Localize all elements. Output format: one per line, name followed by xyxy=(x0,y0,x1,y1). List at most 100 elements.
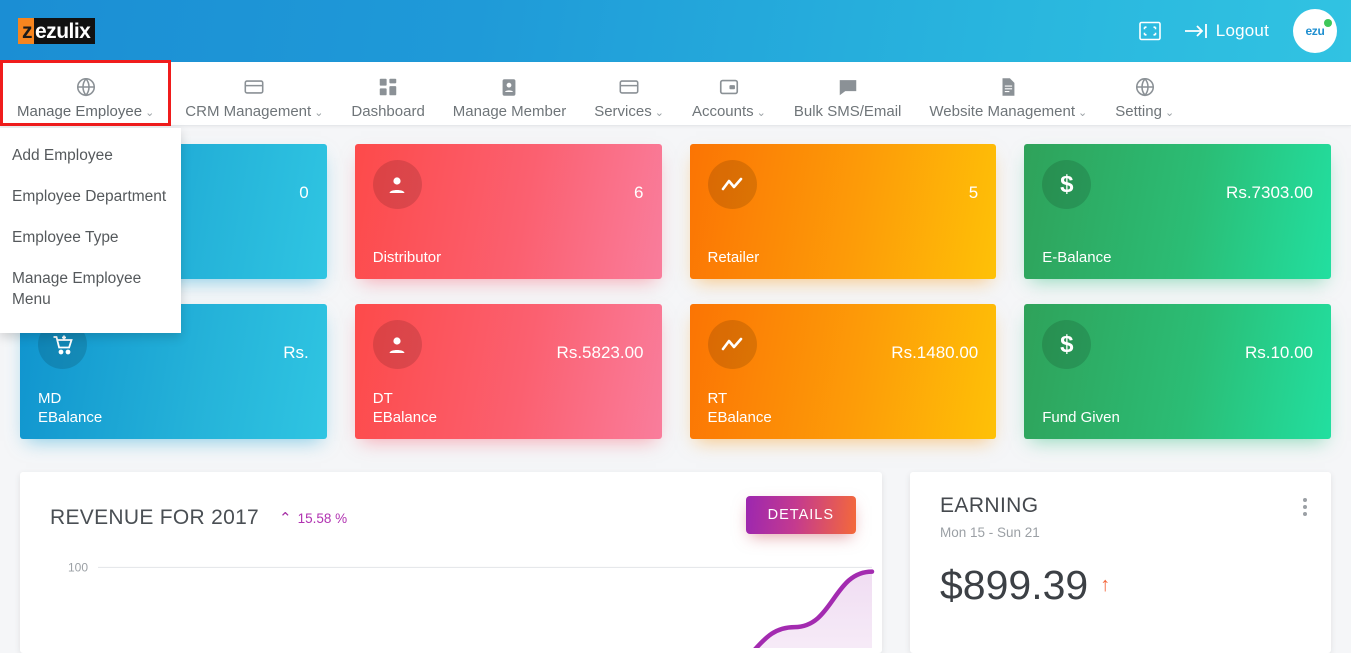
nav-item-label: Services xyxy=(594,102,652,120)
stat-card-rt-ebalance[interactable]: Rs.1480.00 RT EBalance xyxy=(689,304,997,439)
revenue-header: REVENUE FOR 2017 ⌃ 15.58 % DETAILS xyxy=(20,472,882,534)
wallet-icon xyxy=(718,76,740,98)
top-header-bar: z ez u lix Logout ezu xyxy=(0,0,1351,62)
revenue-panel: REVENUE FOR 2017 ⌃ 15.58 % DETAILS 100 80 xyxy=(20,472,882,653)
arrow-up-icon: ↑ xyxy=(1100,574,1111,596)
chevron-down-icon: ⌄ xyxy=(314,106,324,119)
document-icon xyxy=(997,76,1019,98)
kebab-dot xyxy=(1303,498,1307,502)
manage-employee-dropdown: Add Employee Employee Department Employee … xyxy=(0,128,181,333)
stat-card-label: Retailer xyxy=(707,248,760,266)
chart-line-icon xyxy=(707,160,757,209)
kebab-dot xyxy=(1303,505,1307,509)
logout-label: Logout xyxy=(1215,21,1269,40)
stat-card-value: 5 xyxy=(968,183,979,202)
logout-arrow-icon xyxy=(1184,24,1207,38)
avatar-initials: ezu xyxy=(1305,24,1325,38)
details-button[interactable]: DETAILS xyxy=(745,496,856,534)
avatar-status-dot xyxy=(1324,19,1332,27)
stat-card-value: Rs.10.00 xyxy=(1244,343,1313,362)
nav-item-website-management[interactable]: Website Management ⌄ xyxy=(915,62,1101,124)
nav-item-accounts[interactable]: Accounts ⌄ xyxy=(678,62,780,124)
dollar-icon: $ xyxy=(1042,160,1092,209)
chevron-down-icon: ⌄ xyxy=(1164,106,1175,119)
chevron-down-icon: ⌄ xyxy=(654,106,664,119)
nav-item-label: Bulk SMS/Email xyxy=(793,102,902,120)
stat-card-fund-given[interactable]: $ Rs.10.00 Fund Given xyxy=(1024,304,1331,439)
fullscreen-icon[interactable] xyxy=(1138,21,1161,41)
stat-card-label: DT EBalance xyxy=(372,389,437,426)
chevron-down-icon: ⌄ xyxy=(1078,106,1088,119)
nav-item-crm-management[interactable]: CRM Management ⌄ xyxy=(171,62,337,124)
earning-date-range: Mon 15 - Sun 21 xyxy=(940,525,1040,540)
chevron-down-icon: ⌄ xyxy=(756,106,766,119)
revenue-delta: ⌃ 15.58 % xyxy=(279,511,347,526)
app-logo[interactable]: z ez u lix xyxy=(18,17,96,45)
nav-item-setting[interactable]: Setting ⌄ xyxy=(1101,62,1188,124)
logo-u: u xyxy=(56,19,69,43)
stat-cards-region: 0 6 Distributor 5 Retailer $ Rs.7303.00 E-Balan… xyxy=(0,128,1351,464)
chat-icon xyxy=(837,76,859,98)
card-icon xyxy=(618,76,640,98)
stat-card-label: Fund Given xyxy=(1042,408,1120,426)
earning-title: EARNING xyxy=(940,494,1039,517)
revenue-line-chart: 100 80 xyxy=(68,560,875,648)
stat-card-distributor[interactable]: 6 Distributor xyxy=(354,144,662,279)
dashboard-page: z ez u lix Logout ezu Manage Employee ⌄ … xyxy=(0,0,1351,653)
logout-button[interactable]: Logout xyxy=(1183,21,1269,41)
nav-item-label: Website Management xyxy=(929,102,1076,120)
nav-item-label: Manage Member xyxy=(452,102,567,120)
dropdown-item-add-employee[interactable]: Add Employee xyxy=(0,136,181,177)
avatar[interactable]: ezu xyxy=(1293,9,1337,53)
chart-line-icon xyxy=(707,320,757,369)
kebab-menu-icon[interactable] xyxy=(1303,498,1307,516)
earning-panel: EARNING Mon 15 - Sun 21 $899.39 ↑ xyxy=(910,472,1331,653)
dropdown-item-employee-department[interactable]: Employee Department xyxy=(0,177,181,218)
bottom-panels: REVENUE FOR 2017 ⌃ 15.58 % DETAILS 100 80… xyxy=(0,472,1351,653)
nav-item-bulk-sms-email[interactable]: Bulk SMS/Email xyxy=(780,62,916,124)
card-icon xyxy=(243,76,265,98)
trend-up-icon: ⌃ xyxy=(279,509,292,527)
nav-item-services[interactable]: Services ⌄ xyxy=(580,62,678,124)
main-navigation: Manage Employee ⌄ CRM Management ⌄ Dashboard… xyxy=(0,60,1351,126)
stat-card-e-balance[interactable]: $ Rs.7303.00 E-Balance xyxy=(1024,144,1331,279)
earning-body: EARNING Mon 15 - Sun 21 $899.39 ↑ xyxy=(910,472,1331,609)
svg-text:100: 100 xyxy=(68,560,88,574)
revenue-chart: 100 80 xyxy=(20,548,882,648)
stat-card-value: Rs.7303.00 xyxy=(1226,183,1313,202)
person-icon xyxy=(372,160,422,209)
stat-card-row-2: Rs. MD EBalance Rs.5823.00 DT EBalance Rs.14… xyxy=(20,304,1331,439)
stat-card-value: Rs.1480.00 xyxy=(891,343,979,362)
stat-card-value: Rs.5823.00 xyxy=(556,343,644,362)
nav-item-manage-employee[interactable]: Manage Employee ⌄ xyxy=(0,60,172,126)
stat-card-row-1: 0 6 Distributor 5 Retailer $ Rs.7303.00 E-Balan… xyxy=(20,144,1331,279)
chevron-down-icon: ⌄ xyxy=(145,106,155,119)
nav-item-label: Manage Employee xyxy=(17,102,143,120)
stat-card-retailer[interactable]: 5 Retailer xyxy=(689,144,997,279)
nav-item-dashboard[interactable]: Dashboard xyxy=(337,62,438,124)
dropdown-item-employee-type[interactable]: Employee Type xyxy=(0,218,181,259)
nav-item-manage-member[interactable]: Manage Member xyxy=(439,62,580,124)
stat-card-label: E-Balance xyxy=(1042,248,1112,266)
stat-card-value: Rs. xyxy=(283,343,309,362)
nav-item-label: CRM Management xyxy=(185,102,312,120)
logo-lix: lix xyxy=(68,19,91,43)
nav-item-label: Setting xyxy=(1115,102,1162,120)
stat-card-value: 0 xyxy=(299,183,309,202)
nav-item-label: Accounts xyxy=(691,102,754,120)
kebab-dot xyxy=(1303,512,1307,516)
stat-card-label: MD EBalance xyxy=(38,389,103,426)
revenue-delta-pct: 15.58 % xyxy=(297,510,348,526)
grid-icon xyxy=(377,76,399,98)
globe-icon xyxy=(75,76,97,98)
dropdown-item-manage-employee-menu[interactable]: Manage Employee Menu xyxy=(0,259,181,321)
stat-card-value: 6 xyxy=(634,183,644,202)
revenue-title: REVENUE FOR 2017 xyxy=(50,506,260,529)
stat-card-dt-ebalance[interactable]: Rs.5823.00 DT EBalance xyxy=(354,304,662,439)
logo-ez: ez xyxy=(35,19,57,43)
earning-amount: $899.39 xyxy=(940,562,1089,608)
svg-text:80: 80 xyxy=(75,646,89,648)
logo-text: ez u lix xyxy=(34,18,96,44)
stat-card-label: RT EBalance xyxy=(707,389,772,426)
dollar-icon: $ xyxy=(1042,320,1092,369)
